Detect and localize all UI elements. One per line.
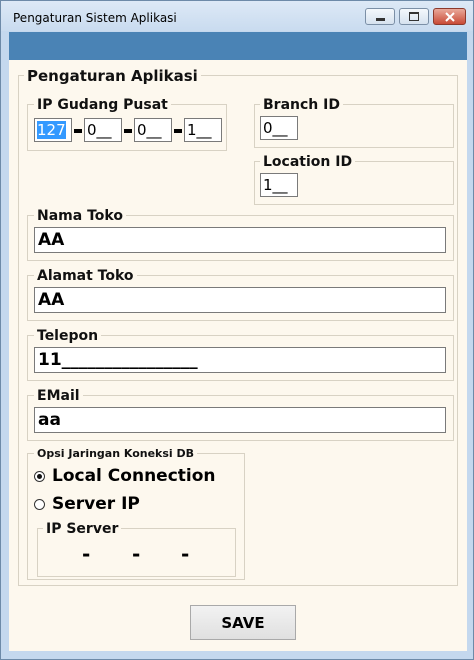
- window-title: Pengaturan Sistem Aplikasi: [13, 11, 177, 25]
- ip-octet-4-input[interactable]: 1__: [184, 118, 222, 142]
- minimize-button[interactable]: [365, 8, 395, 25]
- ip-octet-3-input[interactable]: 0__: [134, 118, 172, 142]
- maximize-icon: [409, 12, 419, 21]
- telepon-input[interactable]: 11________________: [34, 347, 446, 373]
- ip-server-separator: -: [181, 542, 190, 566]
- header-band: [9, 32, 467, 60]
- alamat-toko-group: Alamat Toko AA: [27, 268, 454, 321]
- close-icon: [444, 11, 455, 22]
- telepon-group: Telepon 11________________: [27, 328, 454, 381]
- nama-toko-label: Nama Toko: [34, 208, 126, 224]
- branch-id-group: Branch ID 0__: [254, 97, 454, 148]
- ip-separator: [174, 129, 182, 133]
- email-label: EMail: [34, 388, 83, 404]
- location-id-group: Location ID 1__: [254, 154, 454, 205]
- ip-separator: [124, 129, 132, 133]
- location-id-input[interactable]: 1__: [260, 173, 298, 197]
- ip-gudang-pusat-label: IP Gudang Pusat: [34, 97, 171, 113]
- email-input[interactable]: aa: [34, 407, 446, 433]
- title-bar[interactable]: Pengaturan Sistem Aplikasi: [1, 1, 473, 31]
- ip-separator: [74, 129, 82, 133]
- minimize-icon: [375, 17, 385, 21]
- app-settings-group: Pengaturan Aplikasi IP Gudang Pusat 127 …: [18, 67, 458, 586]
- client-area: Pengaturan Aplikasi IP Gudang Pusat 127 …: [9, 60, 467, 651]
- db-options-legend: Opsi Jaringan Koneksi DB: [34, 447, 198, 460]
- nama-toko-input[interactable]: AA: [34, 227, 446, 253]
- email-group: EMail aa: [27, 388, 454, 441]
- location-id-label: Location ID: [260, 154, 356, 170]
- ip-octet-2-input[interactable]: 0__: [84, 118, 122, 142]
- branch-id-input[interactable]: 0__: [260, 116, 298, 140]
- ip-octet-1-value: 127: [37, 121, 66, 139]
- ip-server-separator: -: [82, 542, 91, 566]
- server-ip-label[interactable]: Server IP: [52, 494, 140, 514]
- alamat-toko-input[interactable]: AA: [34, 287, 446, 313]
- telepon-label: Telepon: [34, 328, 102, 344]
- close-button[interactable]: [433, 8, 466, 25]
- local-connection-label[interactable]: Local Connection: [52, 466, 216, 486]
- settings-window: Pengaturan Sistem Aplikasi Pengaturan Ap…: [0, 0, 474, 660]
- server-ip-radio[interactable]: [34, 499, 45, 510]
- local-connection-radio[interactable]: [34, 471, 45, 482]
- maximize-button[interactable]: [399, 8, 429, 25]
- alamat-toko-label: Alamat Toko: [34, 268, 137, 284]
- nama-toko-group: Nama Toko AA: [27, 208, 454, 261]
- ip-server-label: IP Server: [43, 521, 122, 537]
- app-settings-legend: Pengaturan Aplikasi: [24, 67, 201, 85]
- ip-server-group: IP Server - - -: [37, 521, 236, 577]
- ip-octet-1-input[interactable]: 127: [34, 118, 72, 142]
- save-button[interactable]: SAVE: [190, 605, 296, 640]
- ip-server-separator: -: [132, 542, 141, 566]
- ip-gudang-pusat-group: IP Gudang Pusat 127 0__ 0__ 1__: [27, 97, 227, 151]
- db-options-group: Opsi Jaringan Koneksi DB Local Connectio…: [27, 447, 245, 580]
- branch-id-label: Branch ID: [260, 97, 343, 113]
